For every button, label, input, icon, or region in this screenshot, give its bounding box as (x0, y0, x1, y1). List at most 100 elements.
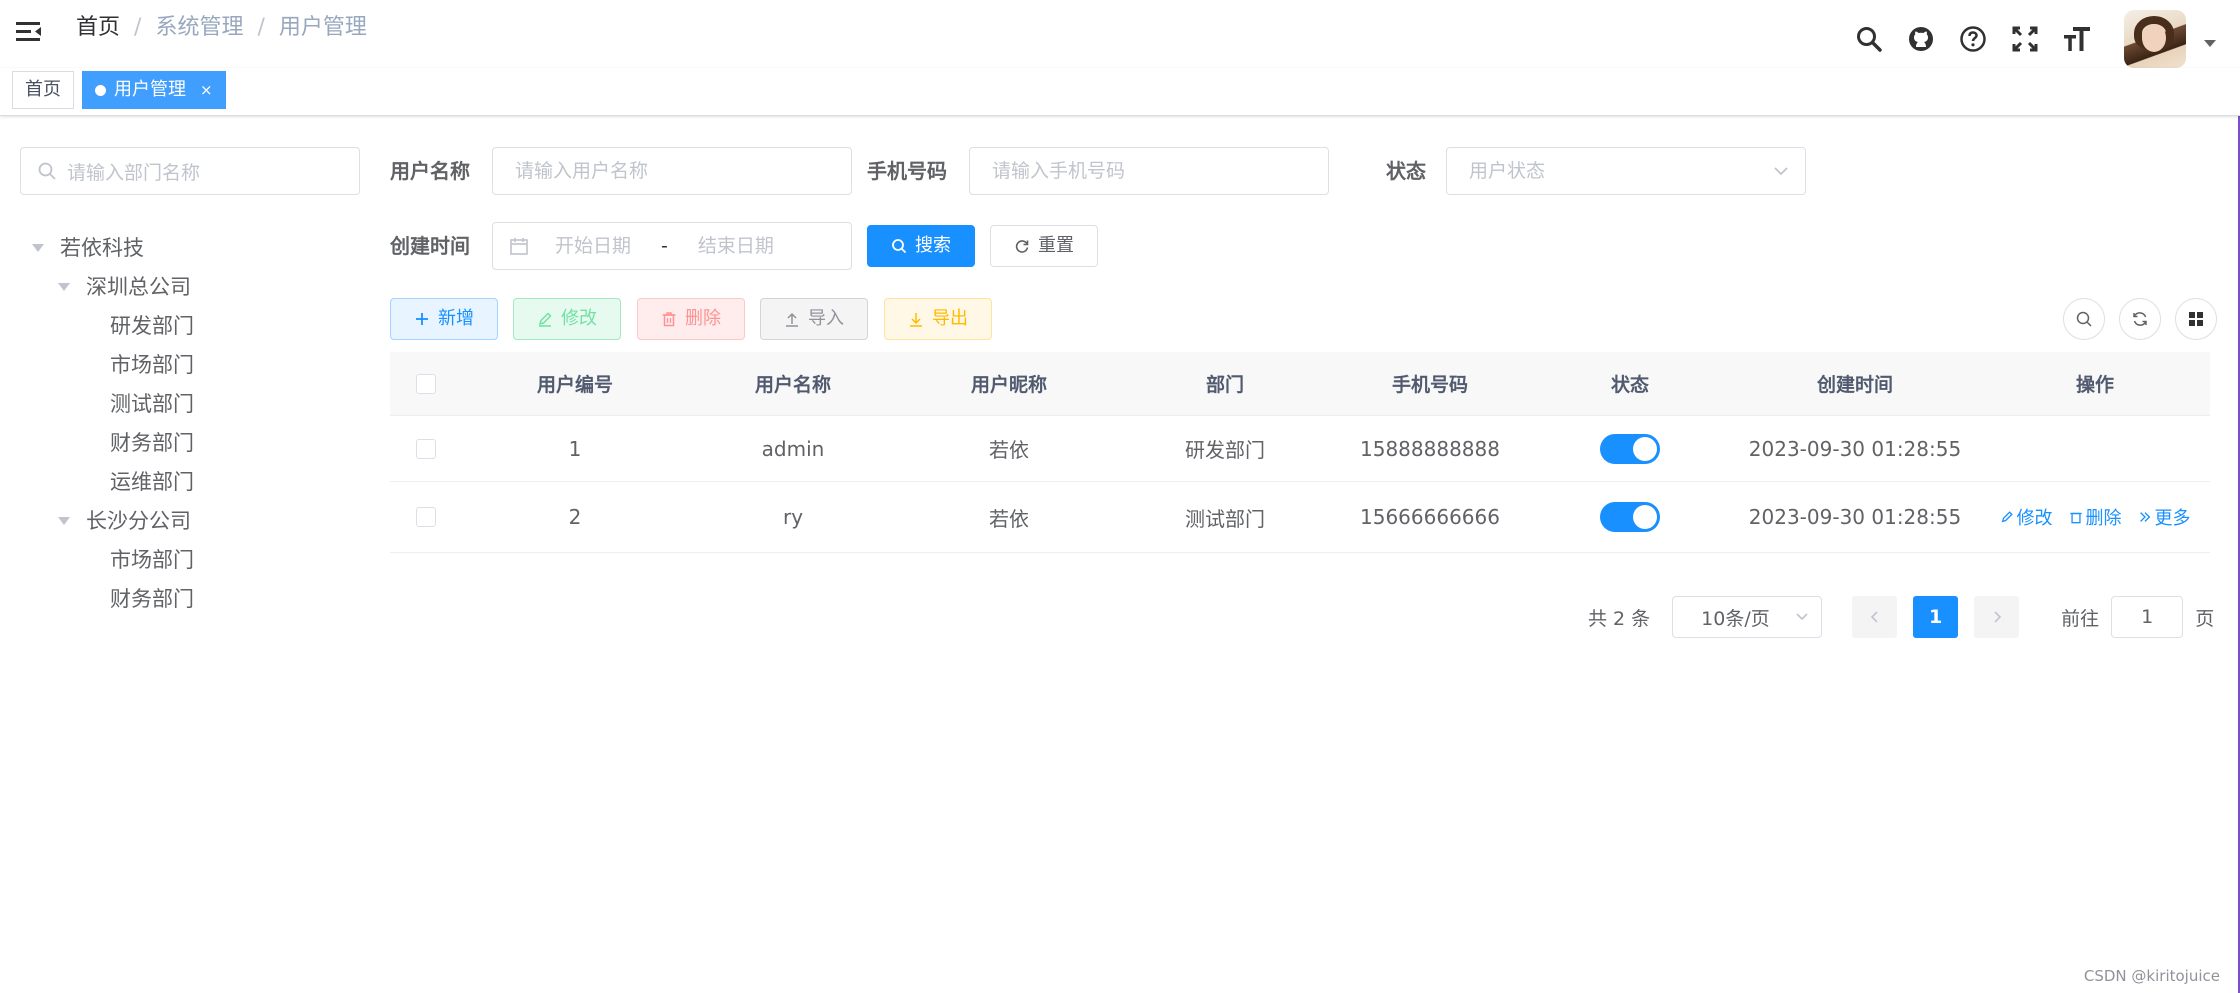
dept-search-placeholder: 请输入部门名称 (67, 161, 201, 184)
goto-label: 前往 (2061, 607, 2100, 630)
username-input[interactable]: 请输入用户名称 (492, 147, 852, 195)
add-button-label: 新增 (438, 308, 474, 329)
tree-node[interactable]: 研发部门 (28, 306, 194, 345)
export-button-label: 导出 (932, 308, 968, 329)
hamburger-icon[interactable] (14, 17, 44, 47)
row-edit-label: 修改 (2016, 508, 2053, 529)
dept-search-input[interactable]: 请输入部门名称 (20, 147, 360, 195)
tree-node[interactable]: 深圳总公司 (28, 267, 194, 306)
cell-created-time: 2023-09-30 01:28:55 (1748, 436, 1962, 461)
tree-node-label: 市场部门 (110, 352, 194, 377)
phone-label: 手机号码 (867, 159, 947, 183)
user-table: 用户编号 用户名称 用户昵称 部门 手机号码 状态 创建时间 操作 1 admi… (390, 352, 2210, 553)
column-header: 用户编号 (536, 374, 613, 396)
phone-input[interactable]: 请输入手机号码 (969, 147, 1329, 195)
search-icon[interactable] (1854, 24, 1884, 54)
page-unit-label: 页 (2195, 607, 2215, 630)
next-page-button[interactable] (1974, 596, 2020, 638)
breadcrumb-separator: / (257, 15, 265, 40)
import-button[interactable]: 导入 (760, 298, 868, 340)
tree-node-label: 深圳总公司 (86, 274, 191, 299)
status-switch[interactable] (1600, 502, 1660, 532)
row-more-label: 更多 (2154, 508, 2191, 529)
date-range-picker[interactable]: 开始日期 - 结束日期 (492, 222, 852, 270)
end-date-input[interactable]: 结束日期 (698, 223, 774, 269)
fullscreen-icon[interactable] (2010, 24, 2040, 54)
row-checkbox[interactable] (416, 438, 436, 459)
tree-node[interactable]: 市场部门 (28, 345, 194, 384)
status-switch[interactable] (1600, 433, 1660, 464)
tree-node[interactable]: 长沙分公司 (28, 501, 194, 540)
columns-button[interactable] (2175, 298, 2217, 340)
select-all-checkbox[interactable] (416, 373, 436, 394)
edit-button-label: 修改 (561, 308, 597, 329)
row-checkbox[interactable] (416, 507, 436, 527)
breadcrumb-system[interactable]: 系统管理 (155, 14, 243, 42)
date-label: 创建时间 (390, 234, 470, 258)
chevron-right-icon (1994, 611, 2001, 623)
tag-user-management[interactable]: 用户管理 × (82, 71, 226, 109)
page-size-value: 10条/页 (1701, 607, 1770, 630)
tree-node-label: 运维部门 (110, 469, 194, 494)
avatar[interactable] (2124, 10, 2186, 68)
caret-down-icon[interactable] (32, 243, 44, 252)
status-select[interactable]: 用户状态 (1446, 147, 1806, 195)
close-icon[interactable]: × (200, 81, 213, 99)
status-select-placeholder: 用户状态 (1469, 160, 1546, 182)
search-icon (38, 162, 56, 180)
row-delete-link[interactable]: 删除 (2069, 504, 2122, 530)
goto-page-input[interactable]: 1 (2111, 596, 2184, 638)
caret-down-icon[interactable] (2204, 40, 2216, 47)
tree-node[interactable]: 市场部门 (28, 540, 194, 579)
tree-node[interactable]: 财务部门 (28, 579, 194, 618)
tree-node[interactable]: 测试部门 (28, 384, 194, 423)
breadcrumb-separator: / (134, 15, 142, 40)
tree-node[interactable]: 运维部门 (28, 462, 194, 501)
page-size-select[interactable]: 10条/页 (1672, 596, 1823, 638)
edit-icon (538, 312, 552, 327)
tree-node-label: 长沙分公司 (86, 508, 191, 533)
cell-nickname: 若依 (989, 506, 1029, 531)
cell-created-time: 2023-09-30 01:28:55 (1748, 505, 1962, 529)
caret-down-icon[interactable] (58, 282, 70, 291)
row-delete-label: 删除 (2085, 508, 2122, 529)
tree-node-label: 研发部门 (110, 313, 194, 338)
start-date-input[interactable]: 开始日期 (555, 223, 631, 269)
delete-button[interactable]: 删除 (637, 298, 745, 340)
breadcrumb-home[interactable]: 首页 (76, 14, 120, 42)
tag-home[interactable]: 首页 (12, 71, 74, 109)
caret-down-icon[interactable] (58, 516, 70, 525)
github-icon[interactable] (1906, 24, 1936, 54)
edit-icon (2001, 511, 2013, 523)
reset-button[interactable]: 重置 (990, 225, 1098, 267)
tree-node-label: 财务部门 (110, 586, 194, 611)
add-button[interactable]: 新增 (390, 298, 498, 340)
search-icon (892, 239, 907, 254)
delete-icon (662, 312, 676, 327)
active-dot-icon (95, 84, 106, 96)
page-number[interactable]: 1 (1913, 596, 1959, 638)
row-more-link[interactable]: 更多 (2138, 504, 2191, 530)
cell-username: ry (782, 505, 804, 529)
tree-node[interactable]: 财务部门 (28, 423, 194, 462)
tree-node[interactable]: 若依科技 (28, 228, 194, 267)
export-button[interactable]: 导出 (884, 298, 992, 340)
import-button-label: 导入 (808, 308, 844, 329)
question-icon[interactable] (1958, 24, 1988, 54)
row-edit-link[interactable]: 修改 (2000, 504, 2053, 530)
breadcrumb: 首页 / 系统管理 / 用户管理 (76, 14, 367, 42)
total-count: 共 2 条 (1588, 607, 1651, 630)
search-button[interactable]: 搜索 (867, 225, 975, 267)
cell-user-id: 2 (568, 505, 582, 529)
prev-page-button[interactable] (1852, 596, 1898, 638)
table-row: 1 admin 若依 研发部门 15888888888 2023-09-30 0… (390, 416, 2210, 482)
navbar: 首页 / 系统管理 / 用户管理 (0, 0, 2240, 68)
edit-button[interactable]: 修改 (513, 298, 621, 340)
refresh-button[interactable] (2119, 298, 2161, 340)
cell-actions: 修改 删除 更多 (1980, 504, 2210, 530)
calendar-icon (510, 238, 528, 255)
font-size-icon[interactable] (2062, 24, 2092, 54)
chevron-down-icon (1774, 167, 1788, 176)
column-header: 创建时间 (1816, 374, 1893, 396)
toggle-search-button[interactable] (2063, 298, 2105, 340)
